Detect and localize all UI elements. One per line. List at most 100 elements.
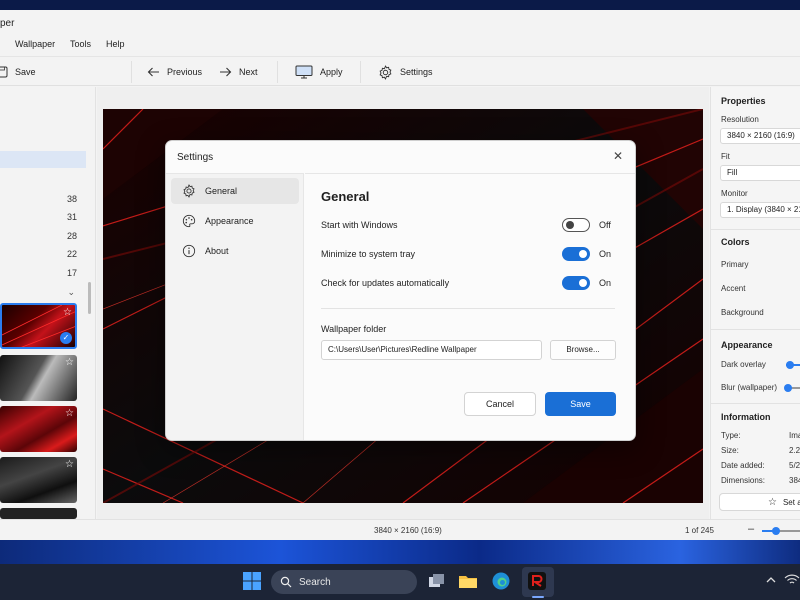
star-outline-icon: ☆ xyxy=(768,496,777,508)
folder-count: 31 xyxy=(66,212,77,222)
next-button[interactable]: Next xyxy=(219,64,258,80)
save-icon xyxy=(0,66,8,78)
section-title: General xyxy=(321,189,370,204)
thumbnail-item[interactable] xyxy=(0,508,77,519)
active-app-indicator xyxy=(532,596,544,598)
scrollbar[interactable] xyxy=(88,282,91,314)
divider xyxy=(711,329,800,330)
divider xyxy=(711,403,800,404)
set-as-wallpaper-button[interactable]: ☆ Set a xyxy=(719,493,800,511)
star-outline-icon[interactable]: ☆ xyxy=(65,357,74,368)
date-added-label: Date added: xyxy=(721,461,765,470)
monitor-label: Monitor xyxy=(721,189,748,198)
arrow-right-icon xyxy=(220,67,232,77)
toolbar-separator xyxy=(277,61,278,83)
zoom-thumb[interactable] xyxy=(772,527,780,535)
check-updates-toggle[interactable] xyxy=(562,276,590,290)
nav-item-about[interactable]: About xyxy=(171,238,299,264)
properties-heading: Properties xyxy=(721,96,766,106)
redline-app-icon xyxy=(527,571,549,593)
toggle-knob xyxy=(579,279,587,287)
monitor-icon xyxy=(295,65,313,79)
thumbnail-item[interactable]: ☆ xyxy=(0,406,77,452)
star-outline-icon[interactable]: ☆ xyxy=(65,408,74,419)
toggle-state-text: On xyxy=(599,278,612,288)
menu-tools[interactable]: Tools xyxy=(70,39,91,49)
save-toolbar-button[interactable]: Save xyxy=(0,64,36,80)
selected-folder-row[interactable] xyxy=(0,151,86,168)
slider-thumb[interactable] xyxy=(786,361,794,369)
dimensions-value: 3840 xyxy=(789,476,800,485)
zoom-out-icon[interactable]: – xyxy=(748,523,754,535)
wifi-icon[interactable] xyxy=(784,573,800,595)
info-icon xyxy=(182,244,196,258)
check-updates-label: Check for updates automatically xyxy=(321,278,450,288)
status-bar: 3840 × 2160 (16:9) 1 of 245 – xyxy=(0,519,800,540)
minimize-to-tray-toggle[interactable] xyxy=(562,247,590,261)
previous-button[interactable]: Previous xyxy=(147,64,202,80)
thumbnail-item[interactable]: ☆ ✓ xyxy=(0,303,77,349)
browse-button[interactable]: Browse... xyxy=(550,340,616,360)
information-heading: Information xyxy=(721,412,771,422)
zoom-slider[interactable] xyxy=(762,527,800,535)
start-with-windows-label: Start with Windows xyxy=(321,220,398,230)
folder-count: 28 xyxy=(66,231,77,241)
chevron-up-icon[interactable] xyxy=(764,573,786,595)
menu-help[interactable]: Help xyxy=(106,39,125,49)
size-label: Size: xyxy=(721,446,739,455)
windows-start-icon[interactable] xyxy=(242,571,264,593)
size-value: 2.24 xyxy=(789,446,800,455)
primary-label: Primary xyxy=(721,260,749,269)
star-outline-icon[interactable]: ☆ xyxy=(65,459,74,470)
settings-label: Settings xyxy=(400,67,433,77)
dark-overlay-slider[interactable] xyxy=(786,361,800,369)
folder-count: 38 xyxy=(66,194,77,204)
toggle-state-text: Off xyxy=(599,220,611,230)
nav-label: About xyxy=(205,246,229,256)
edge-browser-icon[interactable] xyxy=(491,571,513,593)
dialog-title: Settings xyxy=(177,152,214,163)
window-title: per xyxy=(0,18,15,29)
toggle-knob xyxy=(579,250,587,258)
menu-wallpaper[interactable]: Wallpaper xyxy=(15,39,55,49)
save-toolbar-label: Save xyxy=(15,67,36,77)
colors-heading: Colors xyxy=(721,237,750,247)
blur-label: Blur (wallpaper) xyxy=(721,383,778,392)
file-explorer-icon[interactable] xyxy=(458,571,480,593)
background-label: Background xyxy=(721,308,764,317)
wallpaper-folder-label: Wallpaper folder xyxy=(321,324,387,334)
type-label: Type: xyxy=(721,431,741,440)
thumbnail-item[interactable]: ☆ xyxy=(0,355,77,401)
nav-label: Appearance xyxy=(205,216,254,226)
resolution-field[interactable]: 3840 × 2160 (16:9) xyxy=(720,128,800,144)
task-view-icon[interactable] xyxy=(426,571,448,593)
star-outline-icon[interactable]: ☆ xyxy=(63,307,72,318)
blur-slider[interactable] xyxy=(784,384,800,392)
desktop-background-top xyxy=(0,0,800,10)
divider xyxy=(321,308,615,309)
toolbar-separator xyxy=(360,61,361,83)
nav-item-appearance[interactable]: Appearance xyxy=(171,208,299,234)
dimensions-label: Dimensions: xyxy=(721,476,766,485)
nav-item-general[interactable]: General xyxy=(171,178,299,204)
thumbnail-item[interactable]: ☆ xyxy=(0,457,77,503)
toolbar: Save Previous Next Apply Settings xyxy=(0,56,800,86)
settings-content: General Start with Windows Off Minimize … xyxy=(305,173,635,440)
toggle-knob xyxy=(566,221,574,229)
apply-label: Apply xyxy=(320,67,343,77)
start-with-windows-toggle[interactable] xyxy=(562,218,590,232)
next-label: Next xyxy=(239,67,258,77)
taskbar-search[interactable]: Search xyxy=(271,570,417,594)
settings-button[interactable]: Settings xyxy=(378,64,433,80)
apply-button[interactable]: Apply xyxy=(295,64,343,80)
monitor-select[interactable]: 1. Display (3840 × 2160) xyxy=(720,202,800,218)
cancel-button[interactable]: Cancel xyxy=(464,392,536,416)
slider-thumb[interactable] xyxy=(784,384,792,392)
close-icon[interactable]: ✕ xyxy=(610,148,626,164)
chevron-down-icon[interactable]: ⌄ xyxy=(67,287,75,298)
save-button[interactable]: Save xyxy=(545,392,616,416)
settings-nav: General Appearance About xyxy=(166,173,304,440)
folder-count: 22 xyxy=(66,249,77,259)
fit-select[interactable]: Fill xyxy=(720,165,800,181)
wallpaper-folder-input[interactable]: C:\Users\User\Pictures\Redline Wallpaper xyxy=(321,340,542,360)
